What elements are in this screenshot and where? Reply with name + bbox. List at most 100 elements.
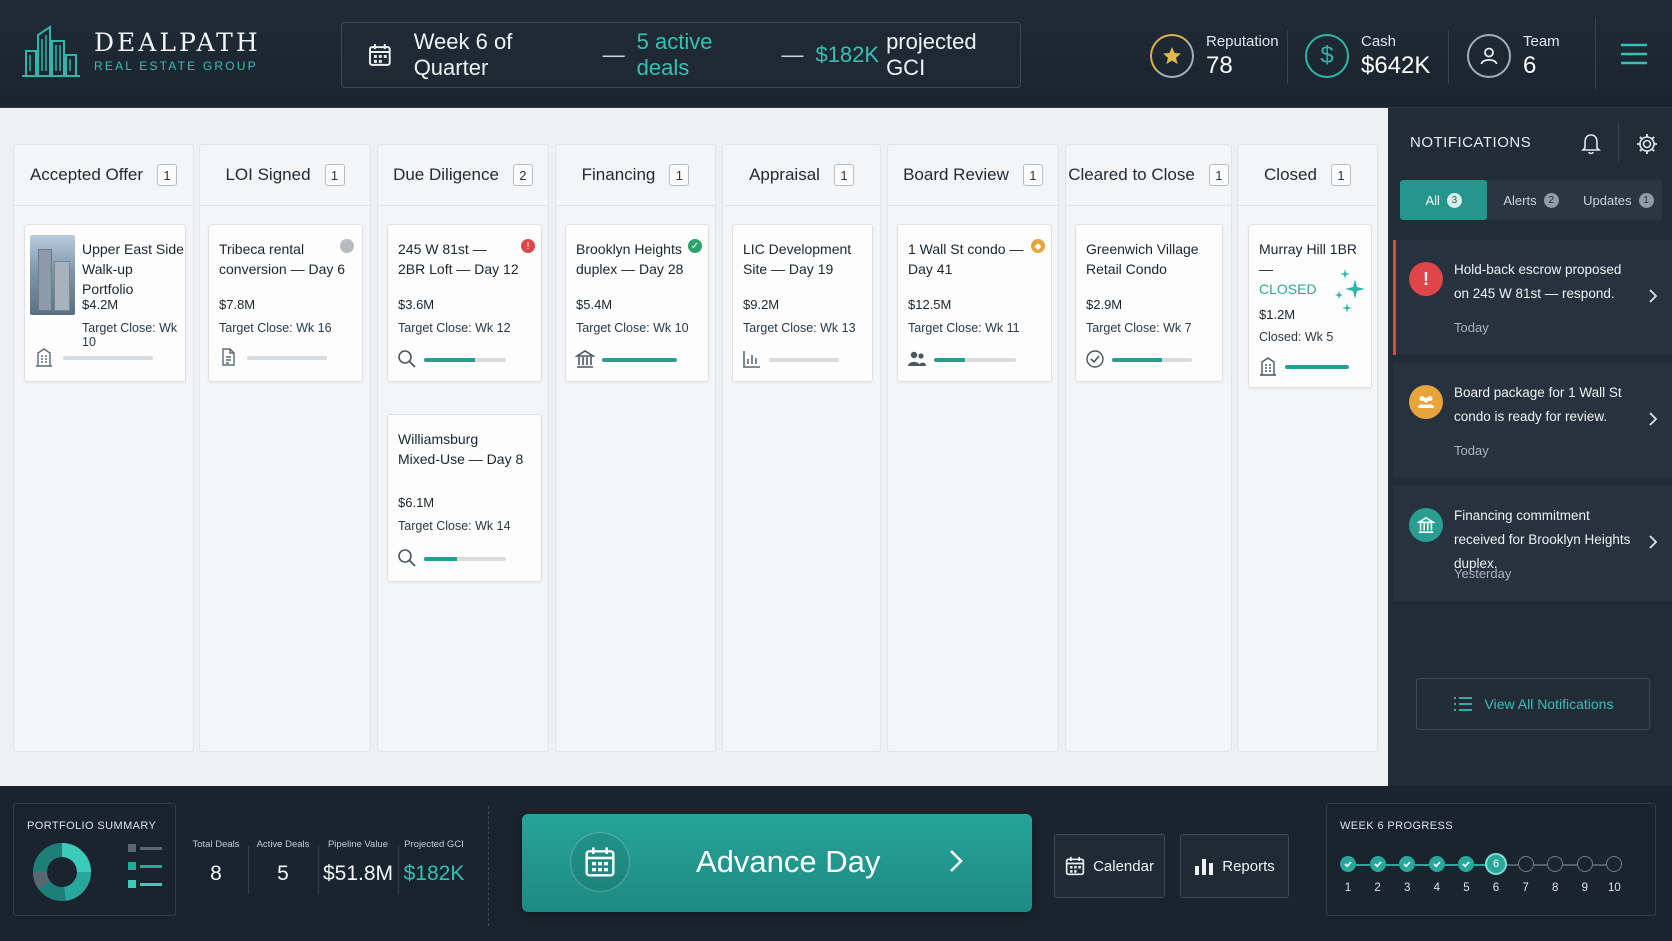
deal-card-murray-hill[interactable]: Murray Hill 1BR — CLOSED $1.2M Closed: Wk…: [1248, 224, 1372, 388]
notifications-panel: NOTIFICATIONS All 3 Alerts 2 Updates 1 ! Ho…: [1388, 108, 1672, 786]
week-number: 1: [1344, 882, 1352, 894]
bell-icon[interactable]: [1581, 133, 1601, 155]
week-progress: WEEK 6 PROGRESS 1 2 3 4 5 6 6 7 8 9 10: [1326, 803, 1656, 916]
progress-bar: [934, 358, 1016, 362]
deal-card-greenwich[interactable]: Greenwich Village Retail Condo $2.9M Targ…: [1075, 224, 1223, 382]
gci-label: projected GCI: [886, 29, 977, 80]
gear-icon[interactable]: [1636, 133, 1658, 155]
notification-time: Today: [1454, 320, 1489, 335]
list-icon: [1453, 697, 1472, 711]
deal-title: Tribeca rental conversion — Day 6: [219, 241, 346, 277]
deal-title: 1 Wall St condo — Day 41: [908, 241, 1024, 277]
team-stat[interactable]: Team 6: [1467, 28, 1560, 84]
tab-count: 2: [1543, 192, 1559, 208]
advance-day-button[interactable]: Advance Day: [522, 814, 1032, 912]
week-banner: Week 6 of Quarter — 5 active deals — $18…: [341, 22, 1021, 88]
check-icon: [1340, 856, 1356, 872]
week-number: 7: [1522, 882, 1529, 894]
brand-subtitle: REAL ESTATE GROUP: [94, 58, 258, 73]
bar-chart-icon: [1195, 859, 1214, 875]
deal-card-williamsburg[interactable]: Williamsburg Mixed-Use — Day 8 $6.1M Targ…: [387, 414, 542, 582]
tab-alerts[interactable]: Alerts 2: [1487, 180, 1574, 220]
advance-day-label: Advance Day: [696, 844, 881, 879]
week-step-7: 7: [1515, 856, 1537, 894]
alert-icon: !: [1409, 262, 1443, 296]
notification-time: Yesterday: [1454, 566, 1512, 581]
week-number: 8: [1551, 882, 1559, 894]
progress-bar: [424, 557, 506, 561]
legend-icon: [128, 844, 162, 888]
cash-stat[interactable]: $ Cash $642K: [1305, 28, 1430, 84]
week-number: 6: [1492, 882, 1500, 894]
deal-card-tribeca[interactable]: Tribeca rental conversion — Day 6 $7.8M T…: [208, 224, 363, 382]
brand-name: DEALPATH: [94, 27, 261, 57]
separator: —: [602, 42, 625, 67]
tab-all[interactable]: All 3: [1400, 180, 1488, 220]
week-label: Week 6 of Quarter: [413, 29, 513, 80]
week-number: 10: [1607, 882, 1621, 894]
building-icon: [36, 348, 52, 367]
star-icon: [1150, 34, 1194, 78]
tab-updates[interactable]: Updates 1: [1575, 180, 1662, 220]
divider: [1287, 30, 1288, 84]
notification-item[interactable]: ! Hold-back escrow proposed on 245 W 81s…: [1393, 240, 1672, 355]
calendar-icon: [1065, 856, 1085, 876]
deal-card-ues[interactable]: Upper East Side Walk-up Portfolio $4.2M T…: [24, 224, 186, 382]
calendar-button[interactable]: Calendar: [1054, 834, 1165, 898]
metric-total-deals: Total Deals 8: [192, 839, 240, 885]
deal-price: $3.6M: [398, 297, 435, 312]
column-count: 1: [1208, 164, 1229, 186]
deal-price: $2.9M: [1086, 297, 1123, 312]
week-number: 3: [1403, 882, 1411, 894]
week-step-2: 2: [1367, 856, 1389, 894]
bank-icon: [1409, 508, 1443, 542]
column-accepted-offer: Accepted Offer 1 Upper East Side Walk-up P…: [13, 144, 194, 752]
notification-text: Board package for 1 Wall St condo is rea…: [1454, 385, 1622, 424]
column-title: Accepted Offer: [29, 165, 144, 184]
step-dot: [1606, 856, 1623, 872]
notification-item[interactable]: Board package for 1 Wall St condo is rea…: [1393, 363, 1672, 478]
deal-target-close: Target Close: Wk 10: [576, 321, 689, 335]
chevron-right-icon: [950, 850, 963, 872]
notification-item[interactable]: Financing commitment received for Brookl…: [1393, 486, 1672, 601]
column-title: Closed: [1264, 165, 1317, 184]
week-number: 2: [1374, 882, 1381, 894]
column-title: Financing: [581, 165, 656, 184]
week-step-1: 1: [1337, 856, 1359, 894]
step-dot: [1517, 856, 1534, 872]
deal-target-close: Target Close: Wk 10: [82, 321, 178, 349]
divider: [488, 806, 489, 926]
chevron-right-icon: [1649, 535, 1658, 549]
deal-title: Williamsburg Mixed-Use — Day 8: [398, 431, 524, 467]
deal-target-close: Target Close: Wk 12: [398, 321, 511, 335]
week-step-3: 3: [1396, 856, 1418, 894]
portfolio-title: PORTFOLIO SUMMARY: [27, 820, 157, 832]
logo[interactable]: DEALPATH REAL ESTATE GROUP: [20, 20, 261, 80]
deal-price: $9.2M: [743, 297, 780, 312]
menu-button[interactable]: [1595, 18, 1672, 90]
view-all-notifications-button[interactable]: View All Notifications: [1416, 678, 1650, 730]
progress-bar: [769, 358, 839, 362]
active-deals-label: 5 active deals: [636, 29, 713, 80]
column-count: 2: [512, 164, 533, 186]
reputation-stat[interactable]: Reputation 78: [1150, 28, 1279, 84]
deal-price: $6.1M: [398, 495, 435, 510]
deal-card-w81st[interactable]: 245 W 81st —2BR Loft — Day 12 ! $3.6M Ta…: [387, 224, 542, 382]
deal-board: Accepted Offer 1 Upper East Side Walk-up P…: [0, 108, 1388, 786]
deal-card-brooklyn[interactable]: Brooklyn Heights duplex — Day 28 ✓ $5.4M …: [565, 224, 709, 382]
deal-card-wall-st[interactable]: 1 Wall St condo — Day 41 ◆ $12.5M Target …: [897, 224, 1052, 382]
status-dot-gray: [340, 239, 354, 253]
progress-bar: [247, 356, 327, 360]
reports-button[interactable]: Reports: [1180, 834, 1289, 898]
notification-time: Today: [1454, 443, 1489, 458]
divider: [318, 846, 319, 894]
reputation-label: Reputation: [1206, 32, 1279, 50]
column-count: 1: [669, 164, 690, 186]
donut-chart-icon: [33, 843, 91, 901]
step-dot: 6: [1485, 853, 1507, 875]
people-icon: [1409, 385, 1443, 419]
progress-bar: [1285, 365, 1349, 369]
gci-value: $182K: [815, 42, 880, 67]
progress-bar: [63, 356, 153, 360]
deal-card-lic[interactable]: LIC Development Site — Day 19 $9.2M Targe…: [732, 224, 873, 382]
